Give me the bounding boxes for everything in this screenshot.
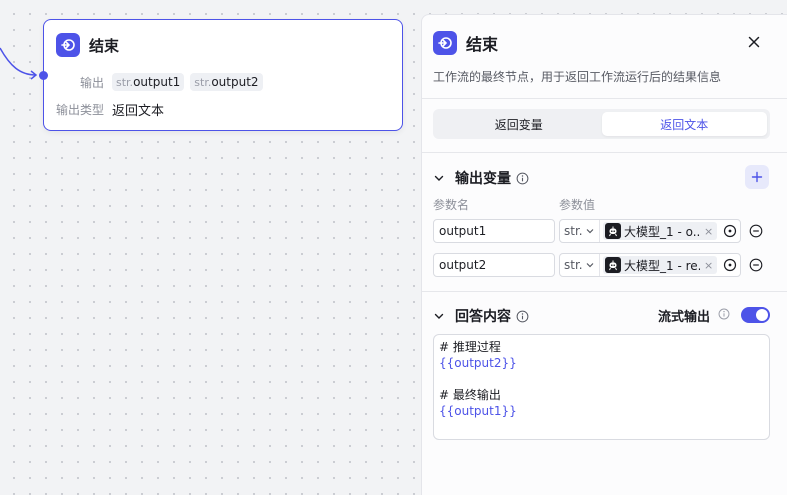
output-tag: str. output1 — [112, 73, 185, 91]
end-node[interactable]: 结束 输出 str. output1 str. output2 输出类型 返回文本 — [39, 19, 403, 131]
node-header: 结束 — [56, 33, 119, 57]
variable-reference-text: 大模型_1 - re... — [624, 258, 700, 273]
node-output-row: 输出 str. output1 str. output2 — [56, 73, 263, 91]
toggle-knob — [756, 309, 768, 321]
panel-description: 工作流的最终节点，用于返回工作流运行后的结果信息 — [433, 70, 722, 84]
type-select-value: str. — [564, 258, 583, 272]
output-tag-type: str. — [116, 75, 134, 89]
output-variables-header[interactable]: 输出变量 — [433, 168, 529, 188]
node-title: 结束 — [89, 36, 120, 55]
info-icon[interactable] — [516, 310, 529, 323]
connection-edge — [0, 47, 38, 80]
type-select[interactable]: str. — [560, 220, 600, 242]
output-tag: str. output2 — [190, 73, 263, 91]
remove-reference-icon[interactable]: × — [704, 225, 713, 238]
variable-reference-chip[interactable]: 大模型_1 - re... × — [603, 256, 717, 274]
param-name-input[interactable] — [433, 219, 555, 243]
end-node-icon — [433, 31, 457, 55]
editor-line: # 最终输出 — [439, 388, 501, 402]
remove-variable-icon[interactable] — [749, 258, 763, 272]
input-port[interactable] — [39, 71, 48, 80]
add-variable-button[interactable] — [745, 165, 769, 189]
answer-content-title: 回答内容 — [455, 309, 511, 325]
param-value-field: str. 大模型_1 - o... × — [559, 219, 741, 243]
answer-content-editor[interactable]: # 推理过程 {{output2}} # 最终输出 {{output1}} — [433, 334, 770, 440]
remove-reference-icon[interactable]: × — [704, 259, 713, 272]
param-value-field: str. 大模型_1 - re... × — [559, 253, 741, 277]
end-node-icon — [56, 33, 80, 57]
editor-line-variable: {{output2}} — [439, 356, 517, 370]
output-tag-name: output2 — [211, 75, 259, 89]
output-tag-type: str. — [194, 75, 212, 89]
chevron-down-icon[interactable] — [433, 310, 445, 322]
info-icon[interactable] — [516, 172, 529, 185]
plus-icon — [751, 171, 763, 183]
param-name-input[interactable] — [433, 253, 555, 277]
chevron-down-icon — [586, 229, 594, 234]
divider — [422, 98, 787, 99]
node-output-type-value: 返回文本 — [112, 104, 165, 119]
panel-header: 结束 — [433, 31, 498, 55]
panel-title: 结束 — [466, 35, 499, 54]
node-output-label: 输出 — [79, 75, 104, 90]
divider — [422, 291, 787, 292]
llm-bot-icon — [605, 257, 621, 273]
llm-bot-icon — [605, 223, 621, 239]
param-value-column-label: 参数值 — [559, 198, 596, 212]
type-select-value: str. — [564, 224, 583, 238]
editor-line: # 推理过程 — [439, 340, 501, 354]
answer-content-header[interactable]: 回答内容 — [433, 306, 529, 326]
tab-return-text[interactable]: 返回文本 — [601, 112, 767, 136]
streaming-output-label: 流式输出 — [658, 310, 711, 325]
output-tag-name: output1 — [133, 75, 181, 89]
tab-return-variables[interactable]: 返回变量 — [436, 112, 602, 136]
divider — [422, 152, 787, 153]
node-config-panel: 结束 工作流的最终节点，用于返回工作流运行后的结果信息 返回变量 返回文本 输出… — [421, 14, 787, 495]
variable-reference-chip[interactable]: 大模型_1 - o... × — [603, 222, 717, 240]
close-icon[interactable] — [746, 34, 762, 50]
return-mode-tabs: 返回变量 返回文本 — [433, 109, 770, 139]
remove-variable-icon[interactable] — [749, 224, 763, 238]
info-icon[interactable] — [718, 308, 730, 320]
editor-line-variable: {{output1}} — [439, 404, 517, 418]
node-output-type-row: 输出类型 返回文本 — [56, 100, 164, 119]
variable-picker-icon[interactable] — [723, 258, 737, 272]
chevron-down-icon — [586, 263, 594, 268]
variable-picker-icon[interactable] — [723, 224, 737, 238]
chevron-down-icon[interactable] — [433, 172, 445, 184]
type-select[interactable]: str. — [560, 254, 600, 276]
variable-reference-text: 大模型_1 - o... — [624, 224, 700, 239]
node-output-type-label: 输出类型 — [56, 103, 105, 117]
streaming-output-toggle[interactable] — [741, 307, 770, 323]
param-name-column-label: 参数名 — [433, 198, 470, 212]
output-variables-title: 输出变量 — [455, 171, 511, 187]
